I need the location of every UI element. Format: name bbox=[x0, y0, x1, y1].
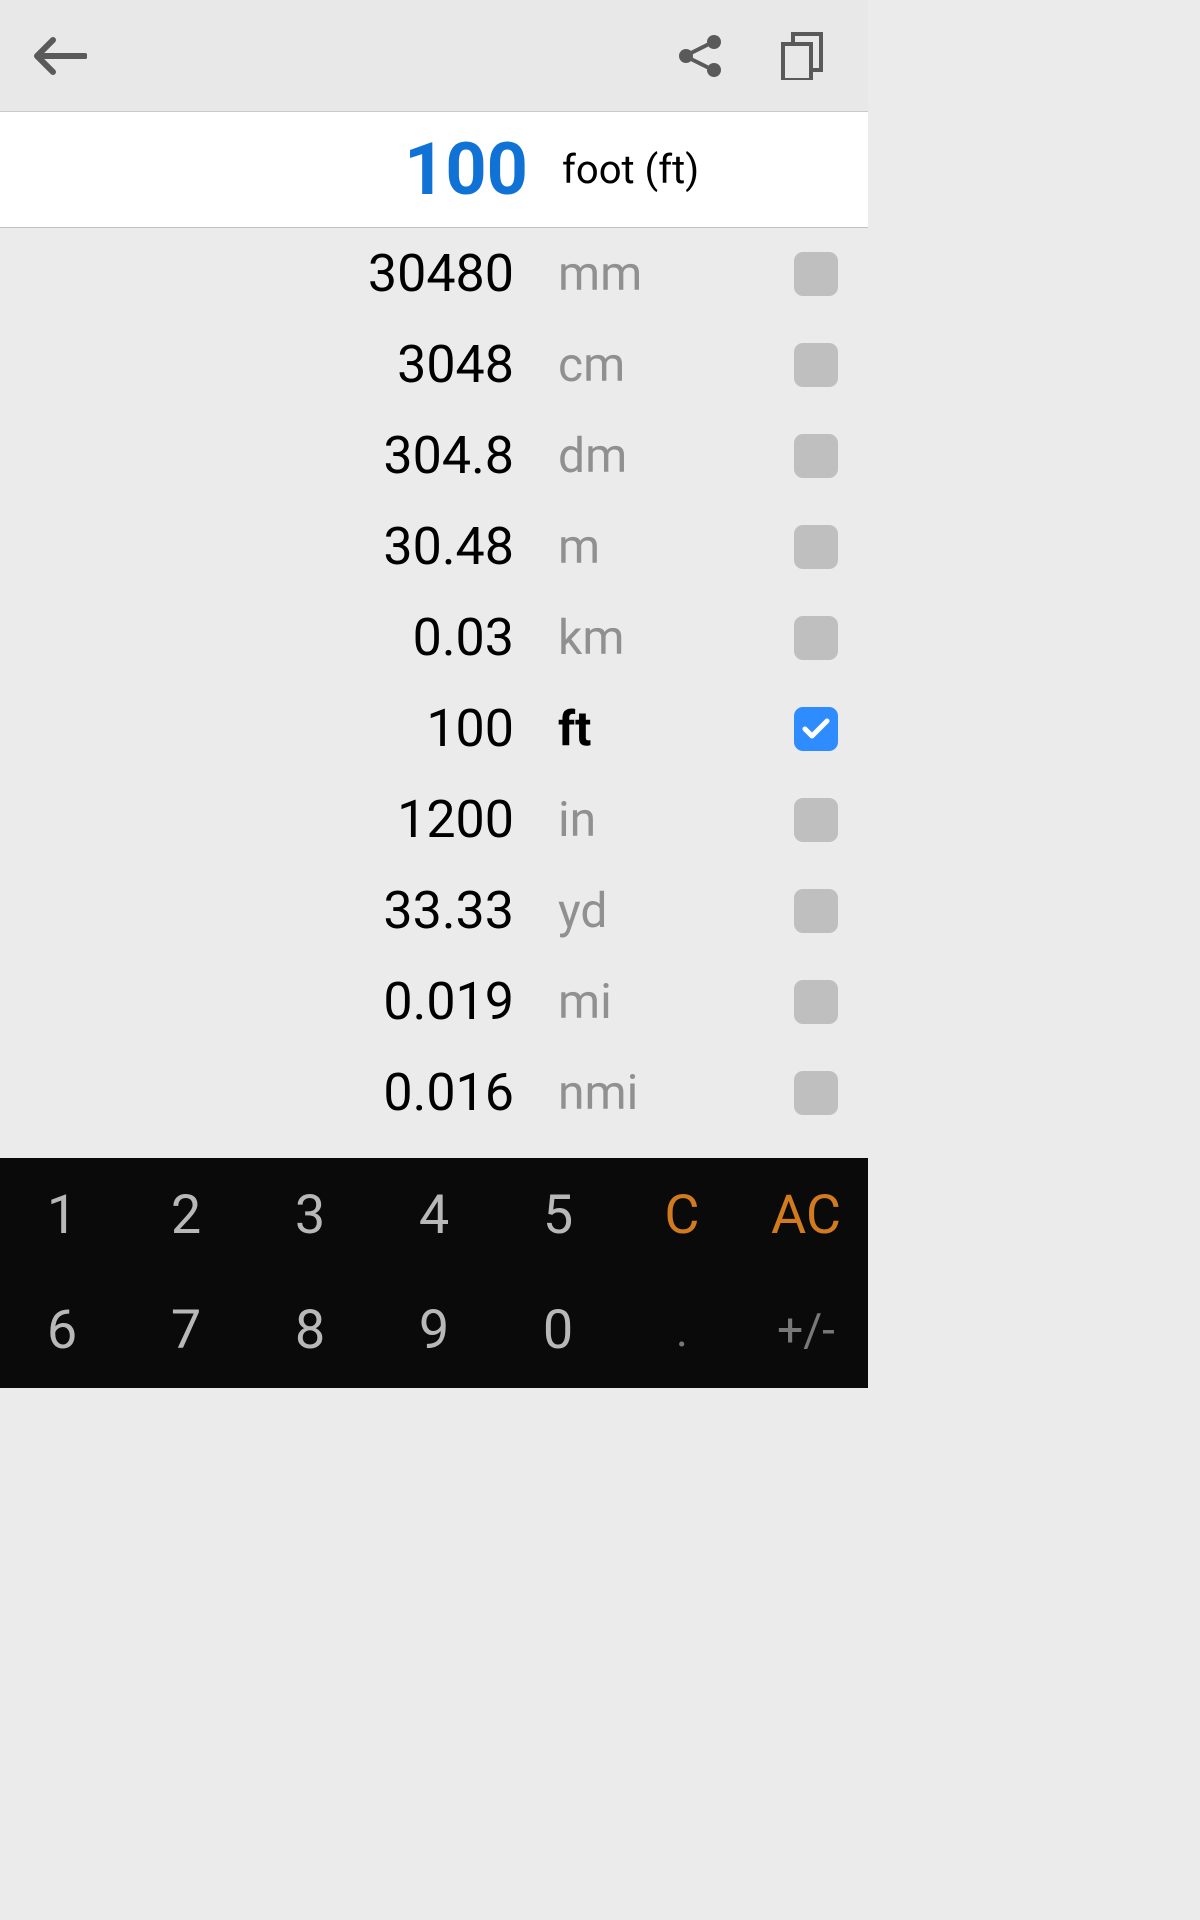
result-value: 3048 bbox=[0, 334, 514, 395]
input-unit-label: foot (ft) bbox=[528, 146, 699, 193]
share-icon bbox=[677, 33, 723, 79]
unit-checkbox-m[interactable] bbox=[794, 525, 838, 569]
result-value: 100 bbox=[0, 698, 514, 759]
keypad: 12345CAC 67890.+/- bbox=[0, 1158, 868, 1388]
key-1[interactable]: 1 bbox=[0, 1158, 124, 1273]
result-unit: m bbox=[514, 518, 794, 575]
check-icon bbox=[801, 717, 831, 741]
result-row-ft[interactable]: 100ft bbox=[0, 683, 868, 774]
unit-checkbox-km[interactable] bbox=[794, 616, 838, 660]
result-row-nmi[interactable]: 0.016nmi bbox=[0, 1047, 868, 1138]
result-row-in[interactable]: 1200in bbox=[0, 774, 868, 865]
result-row-m[interactable]: 30.48m bbox=[0, 501, 868, 592]
result-unit: nmi bbox=[514, 1064, 794, 1121]
unit-checkbox-ft[interactable] bbox=[794, 707, 838, 751]
unit-checkbox-mm[interactable] bbox=[794, 252, 838, 296]
top-bar bbox=[0, 0, 868, 112]
key-plus-[interactable]: +/- bbox=[744, 1273, 868, 1388]
key-6[interactable]: 6 bbox=[0, 1273, 124, 1388]
input-row[interactable]: 100 foot (ft) bbox=[0, 112, 868, 228]
result-value: 33.33 bbox=[0, 880, 514, 941]
result-value: 0.019 bbox=[0, 971, 514, 1032]
results-list: 30480mm3048cm304.8dm30.48m0.03km100ft120… bbox=[0, 228, 868, 1158]
unit-checkbox-in[interactable] bbox=[794, 798, 838, 842]
unit-checkbox-dm[interactable] bbox=[794, 434, 838, 478]
unit-checkbox-cm[interactable] bbox=[794, 343, 838, 387]
share-button[interactable] bbox=[664, 26, 736, 86]
key-7[interactable]: 7 bbox=[124, 1273, 248, 1388]
result-unit: cm bbox=[514, 336, 794, 393]
key-0[interactable]: 0 bbox=[496, 1273, 620, 1388]
key-AC[interactable]: AC bbox=[744, 1158, 868, 1273]
back-button[interactable] bbox=[30, 26, 90, 86]
result-row-dm[interactable]: 304.8dm bbox=[0, 410, 868, 501]
result-row-cm[interactable]: 3048cm bbox=[0, 319, 868, 410]
result-row-km[interactable]: 0.03km bbox=[0, 592, 868, 683]
unit-checkbox-yd[interactable] bbox=[794, 889, 838, 933]
key-9[interactable]: 9 bbox=[372, 1273, 496, 1388]
result-value: 30480 bbox=[0, 243, 514, 304]
input-value: 100 bbox=[0, 127, 528, 212]
result-unit: mi bbox=[514, 973, 794, 1030]
result-unit: in bbox=[514, 791, 794, 848]
key-3[interactable]: 3 bbox=[248, 1158, 372, 1273]
key-4[interactable]: 4 bbox=[372, 1158, 496, 1273]
key-2[interactable]: 2 bbox=[124, 1158, 248, 1273]
key-dot[interactable]: . bbox=[620, 1273, 744, 1388]
result-unit: dm bbox=[514, 427, 794, 484]
result-unit: mm bbox=[514, 245, 794, 302]
result-unit: yd bbox=[514, 882, 794, 939]
back-arrow-icon bbox=[33, 36, 87, 76]
result-value: 30.48 bbox=[0, 516, 514, 577]
result-value: 304.8 bbox=[0, 425, 514, 486]
unit-checkbox-nmi[interactable] bbox=[794, 1071, 838, 1115]
result-value: 0.03 bbox=[0, 607, 514, 668]
key-8[interactable]: 8 bbox=[248, 1273, 372, 1388]
result-row-mm[interactable]: 30480mm bbox=[0, 228, 868, 319]
result-value: 1200 bbox=[0, 789, 514, 850]
result-unit: ft bbox=[514, 700, 794, 757]
copy-icon bbox=[781, 32, 823, 80]
result-row-mi[interactable]: 0.019mi bbox=[0, 956, 868, 1047]
copy-button[interactable] bbox=[766, 26, 838, 86]
result-row-yd[interactable]: 33.33yd bbox=[0, 865, 868, 956]
key-C[interactable]: C bbox=[620, 1158, 744, 1273]
key-5[interactable]: 5 bbox=[496, 1158, 620, 1273]
result-unit: km bbox=[514, 609, 794, 666]
result-value: 0.016 bbox=[0, 1062, 514, 1123]
unit-checkbox-mi[interactable] bbox=[794, 980, 838, 1024]
